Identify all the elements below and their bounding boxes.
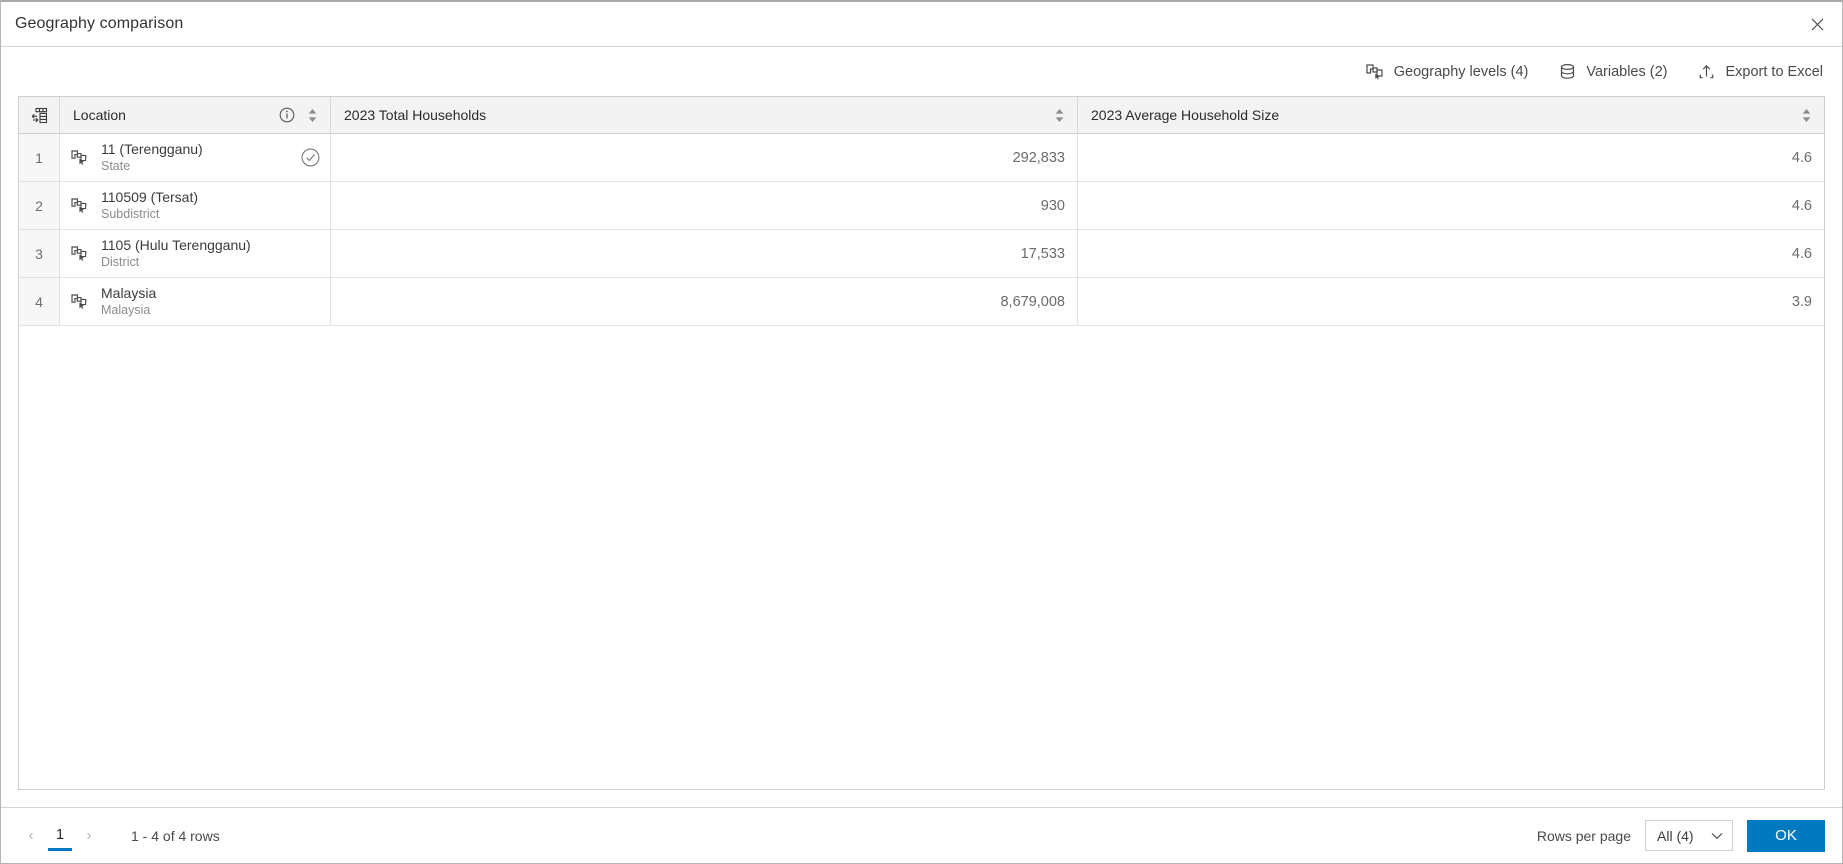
comparison-table: Location 2023 Total Households 2023 Aver… xyxy=(18,96,1825,790)
geography-select-icon[interactable] xyxy=(60,134,97,181)
next-page-button[interactable]: › xyxy=(76,823,102,849)
variables-label: Variables (2) xyxy=(1586,63,1668,80)
location-header-icons xyxy=(279,107,330,123)
database-icon xyxy=(1558,62,1577,81)
variables-button[interactable]: Variables (2) xyxy=(1558,62,1667,81)
chevron-down-icon xyxy=(1711,832,1723,840)
export-to-excel-label: Export to Excel xyxy=(1725,63,1823,80)
geography-layers-icon xyxy=(1366,62,1385,81)
sort-icon-total-households[interactable] xyxy=(1054,108,1065,123)
total-households-value: 8,679,008 xyxy=(331,278,1078,325)
location-type: District xyxy=(101,255,140,269)
total-households-value: 17,533 xyxy=(331,230,1078,277)
location-name: 11 (Terengganu) xyxy=(101,141,203,157)
close-icon[interactable] xyxy=(1798,5,1836,43)
column-header-avg-household-size: 2023 Average Household Size xyxy=(1091,107,1280,123)
avg-household-size-value: 4.6 xyxy=(1791,197,1812,214)
avg-household-size-value: 3.9 xyxy=(1791,293,1812,310)
location-type: Malaysia xyxy=(101,303,151,317)
table-toolbar: Geography levels (4) Variables (2) Expor… xyxy=(18,47,1825,96)
table-row[interactable]: 4 Malaysia Malaysia 8,679,008 3.9 xyxy=(19,278,1824,326)
footer-right-controls: Rows per page All (4) OK xyxy=(1536,819,1825,852)
dialog-title: Geography comparison xyxy=(15,15,184,32)
total-households-value: 930 xyxy=(331,182,1078,229)
table-row[interactable]: 1 11 (Terengganu) State 292,833 4.6 xyxy=(19,134,1824,182)
location-cell: 11 (Terengganu) State xyxy=(97,134,331,181)
location-text: 11 (Terengganu) State xyxy=(101,141,203,174)
rows-per-page-select[interactable]: All (4) xyxy=(1645,820,1733,851)
row-index: 2 xyxy=(19,182,60,229)
geography-levels-label: Geography levels (4) xyxy=(1393,63,1529,80)
location-name: Malaysia xyxy=(101,285,157,301)
dialog-titlebar: Geography comparison xyxy=(1,2,1842,47)
location-cell: 110509 (Tersat) Subdistrict xyxy=(97,182,331,229)
table-header-avg-household-size-cell: 2023 Average Household Size xyxy=(1078,97,1824,133)
rows-per-page-label: Rows per page xyxy=(1536,827,1631,844)
geography-comparison-dialog: Geography comparison Geography levels (4… xyxy=(0,0,1843,864)
table-header-total-households-cell: 2023 Total Households xyxy=(331,97,1078,133)
table-row[interactable]: 3 1105 (Hulu Terengganu) District 17,533 4.6 xyxy=(19,230,1824,278)
sort-icon-avg-household-size[interactable] xyxy=(1801,108,1812,123)
location-type: State xyxy=(101,159,131,173)
geography-select-icon[interactable] xyxy=(60,182,97,229)
info-icon[interactable] xyxy=(279,107,295,123)
location-type: Subdistrict xyxy=(101,207,160,221)
location-cell: Malaysia Malaysia xyxy=(97,278,331,325)
total-households-header-icons xyxy=(1054,108,1077,123)
location-text: Malaysia Malaysia xyxy=(101,285,156,318)
row-count-label: 1 - 4 of 4 rows xyxy=(131,827,220,844)
table-header-location-cell: Location xyxy=(60,97,331,133)
avg-household-size-value: 4.6 xyxy=(1791,149,1812,166)
location-name: 110509 (Tersat) xyxy=(101,189,199,205)
avg-household-size-value: 4.6 xyxy=(1791,245,1812,262)
dialog-body: Geography levels (4) Variables (2) Expor… xyxy=(1,47,1842,807)
check-circle-icon[interactable] xyxy=(301,148,320,167)
row-index: 4 xyxy=(19,278,60,325)
export-upload-icon xyxy=(1697,62,1716,81)
row-index: 3 xyxy=(19,230,60,277)
pagination: ‹ 1 › xyxy=(18,821,102,851)
avg-household-size-header-icons xyxy=(1801,108,1824,123)
rows-per-page-value: All (4) xyxy=(1657,827,1694,844)
page-number-1[interactable]: 1 xyxy=(48,821,72,851)
export-to-excel-button[interactable]: Export to Excel xyxy=(1697,62,1823,81)
table-body: 1 11 (Terengganu) State 292,833 4.6 2 110509 (… xyxy=(19,134,1824,789)
location-name: 1105 (Hulu Terengganu) xyxy=(101,237,251,253)
geography-select-icon[interactable] xyxy=(60,278,97,325)
column-header-location: Location xyxy=(73,107,126,123)
transpose-table-icon[interactable] xyxy=(31,107,48,124)
location-text: 110509 (Tersat) Subdistrict xyxy=(101,189,198,222)
column-header-total-households: 2023 Total Households xyxy=(344,107,487,123)
location-text: 1105 (Hulu Terengganu) District xyxy=(101,237,251,270)
previous-page-button[interactable]: ‹ xyxy=(18,823,44,849)
table-header-row: Location 2023 Total Households 2023 Aver… xyxy=(19,97,1824,134)
dialog-footer: ‹ 1 › 1 - 4 of 4 rows Rows per page All … xyxy=(1,807,1842,863)
sort-icon-location[interactable] xyxy=(307,108,318,123)
geography-select-icon[interactable] xyxy=(60,230,97,277)
row-index: 1 xyxy=(19,134,60,181)
ok-button[interactable]: OK xyxy=(1747,819,1825,852)
total-households-value: 292,833 xyxy=(331,134,1078,181)
location-cell: 1105 (Hulu Terengganu) District xyxy=(97,230,331,277)
table-row[interactable]: 2 110509 (Tersat) Subdistrict 930 4.6 xyxy=(19,182,1824,230)
geography-levels-button[interactable]: Geography levels (4) xyxy=(1366,62,1529,81)
table-header-rownum-cell xyxy=(19,97,60,133)
